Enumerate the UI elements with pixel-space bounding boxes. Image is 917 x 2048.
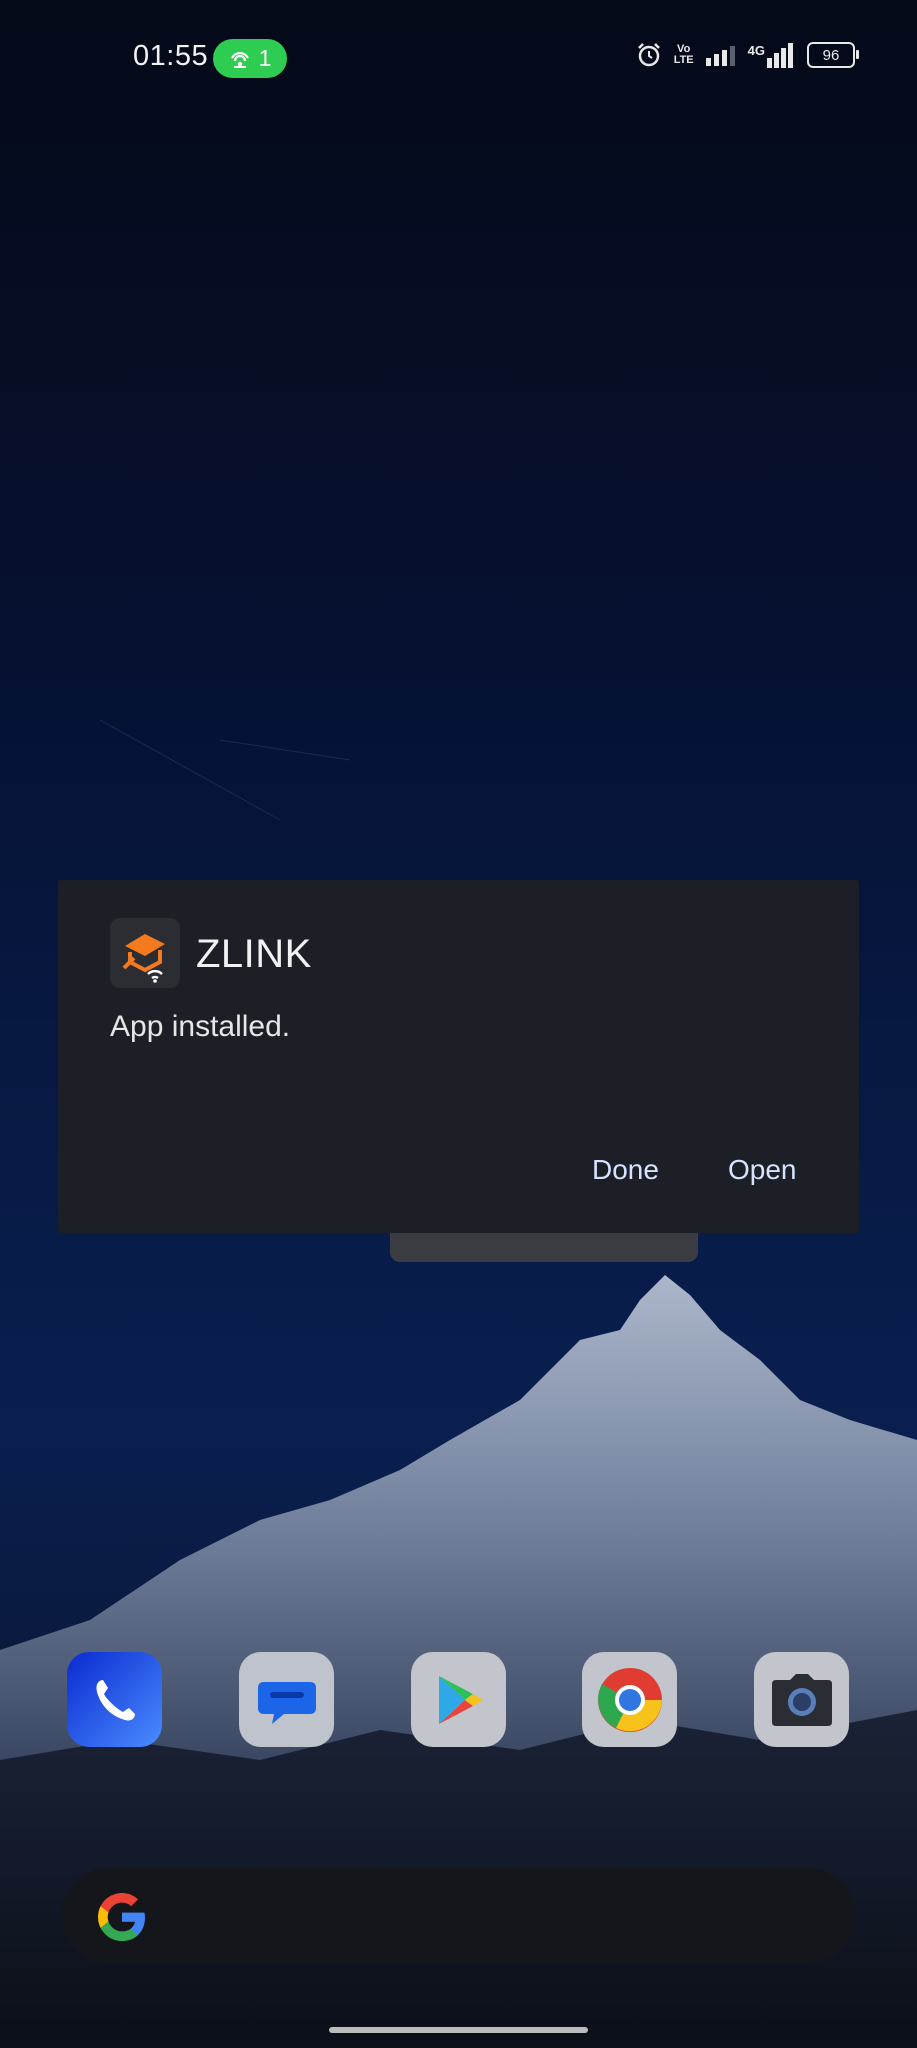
clock: 01:55 xyxy=(133,40,209,72)
hotspot-count: 1 xyxy=(258,45,272,71)
alarm-icon xyxy=(637,43,660,67)
dialog-shadow-tab xyxy=(390,1233,698,1262)
signal-sim1-icon xyxy=(705,46,735,66)
install-dialog: ZLINK App installed. Done Open xyxy=(58,880,859,1233)
phone-app[interactable] xyxy=(67,1652,162,1747)
chrome-app[interactable] xyxy=(582,1652,677,1747)
play-store-icon xyxy=(438,1675,483,1724)
zlink-app-icon xyxy=(110,918,180,988)
messages-app[interactable] xyxy=(239,1652,334,1747)
messages-icon xyxy=(257,1681,316,1724)
app-dock xyxy=(0,1652,917,1748)
app-name: ZLINK xyxy=(196,932,312,976)
install-status-message: App installed. xyxy=(110,1010,291,1043)
phone-icon xyxy=(95,1679,135,1721)
camera-icon xyxy=(771,1673,832,1726)
status-bar: 01:55 1 Vo LTE 4G 96 xyxy=(0,0,917,115)
done-button[interactable]: Done xyxy=(582,1148,669,1192)
network-type: 4G xyxy=(747,43,765,58)
play-store-app[interactable] xyxy=(411,1652,506,1747)
chrome-icon xyxy=(597,1667,662,1732)
hotspot-icon xyxy=(230,51,249,68)
open-button[interactable]: Open xyxy=(718,1148,807,1192)
battery-indicator: 96 xyxy=(807,42,859,68)
signal-sim2-icon xyxy=(767,43,793,68)
status-icons: Vo LTE 4G 96 xyxy=(636,42,859,68)
hotspot-indicator[interactable]: 1 xyxy=(213,39,287,78)
google-g-icon xyxy=(98,1893,145,1941)
volte-indicator: Vo LTE xyxy=(673,43,694,66)
gesture-nav-handle[interactable] xyxy=(329,2027,588,2033)
camera-app[interactable] xyxy=(754,1652,849,1747)
google-search-bar[interactable] xyxy=(61,1868,855,1964)
